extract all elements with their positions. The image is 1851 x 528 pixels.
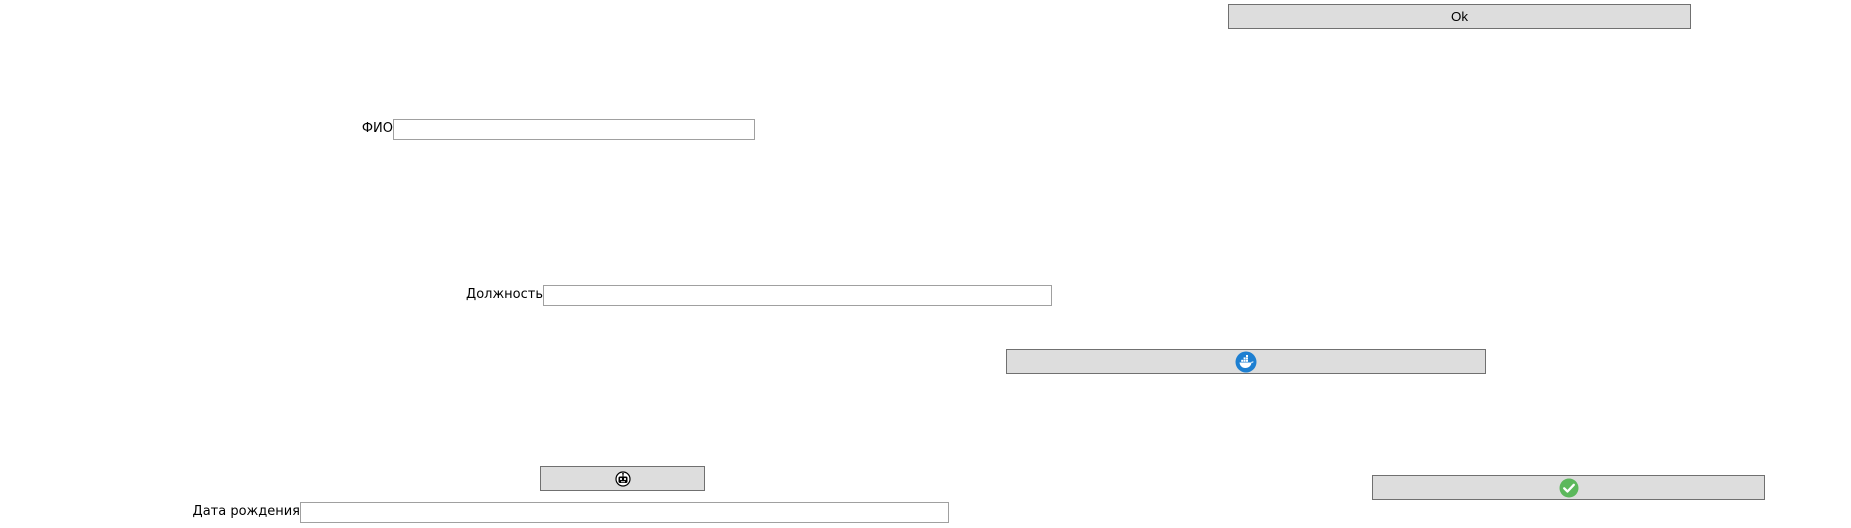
robot-button[interactable] [540,466,705,491]
position-label: Должность [466,287,543,302]
confirm-button[interactable] [1372,475,1765,500]
fio-label: ФИО [361,121,393,136]
docker-whale-icon [1235,351,1257,373]
docker-button[interactable] [1006,349,1486,374]
fio-input[interactable] [393,119,755,140]
ok-button-label: Ok [1450,9,1469,24]
position-input[interactable] [543,285,1052,306]
ok-button[interactable]: Ok [1228,4,1691,29]
birth-date-input[interactable] [300,502,949,523]
robot-face-icon [614,470,631,487]
birth-date-label: Дата рождения [192,504,300,519]
check-circle-icon [1559,478,1579,498]
